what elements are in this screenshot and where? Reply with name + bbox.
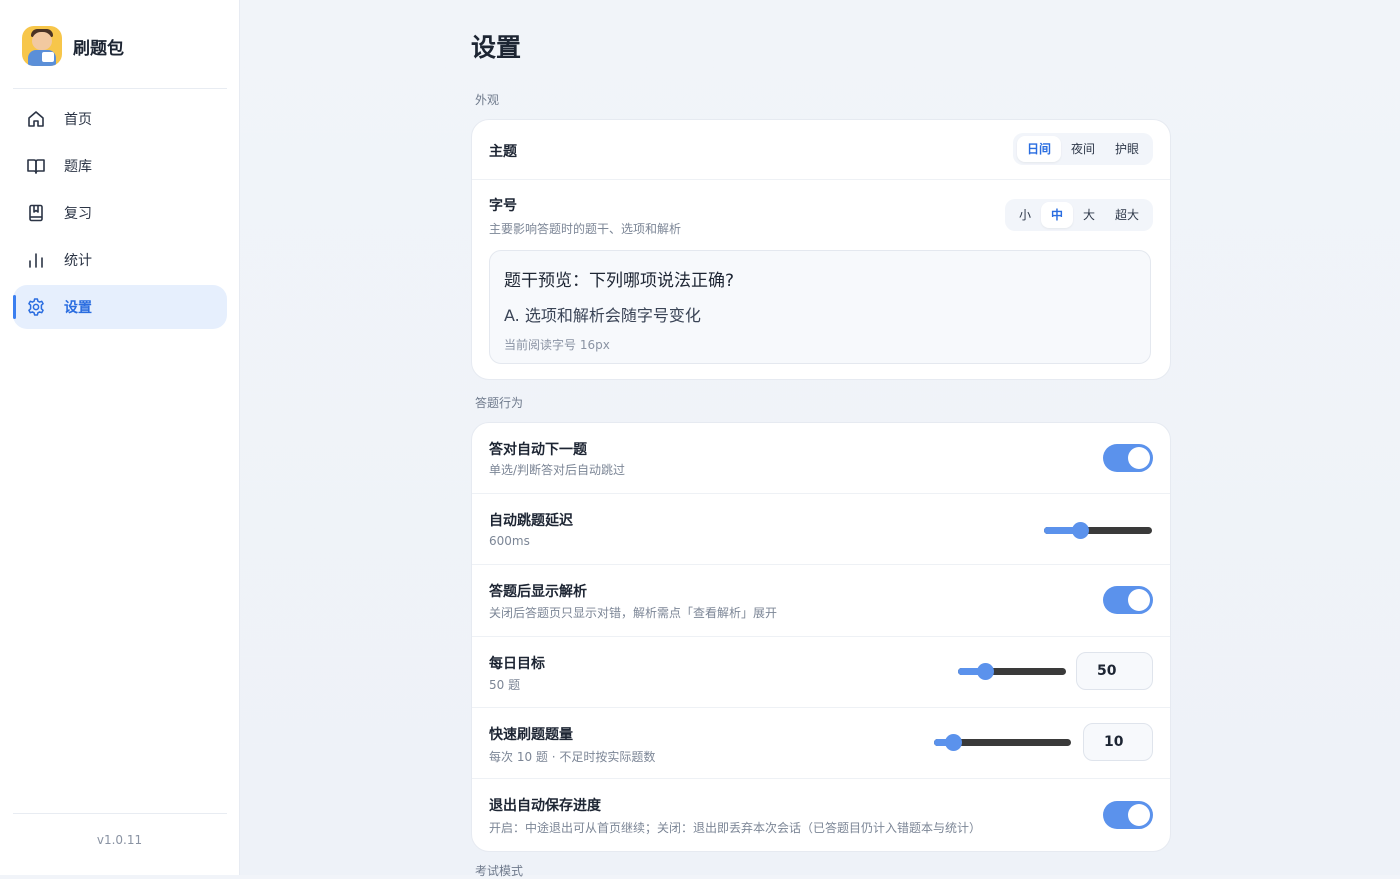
- daily-goal-row: 每日目标 50 题 50: [472, 637, 1170, 708]
- font-preview-box: 题干预览：下列哪项说法正确? A. 选项和解析会随字号变化 当前阅读字号 16p…: [489, 250, 1151, 364]
- auto-delay-row: 自动跳题延迟 600ms: [472, 494, 1170, 565]
- home-icon: [26, 109, 46, 129]
- daily-goal-slider[interactable]: [958, 663, 1066, 680]
- auto-delay-title: 自动跳题延迟: [489, 513, 573, 529]
- sidebar-item-label: 统计: [64, 253, 92, 269]
- show-explanation-row: 答题后显示解析 关闭后答题页只显示对错，解析需点「查看解析」展开: [472, 565, 1170, 637]
- sidebar-item-label: 首页: [64, 112, 92, 128]
- book-open-icon: [26, 156, 46, 176]
- preview-font-note: 当前阅读字号 16px: [504, 338, 610, 352]
- auto-delay-value: 600ms: [489, 534, 530, 548]
- app-logo: [22, 26, 62, 66]
- font-size-subtitle: 主要影响答题时的题干、选项和解析: [489, 222, 682, 236]
- font-size-option-xlarge[interactable]: 超大: [1105, 202, 1149, 228]
- daily-goal-input[interactable]: 50: [1076, 652, 1153, 690]
- auto-next-toggle[interactable]: [1103, 444, 1153, 472]
- auto-delay-slider[interactable]: [1044, 522, 1152, 539]
- sidebar-divider-top: [13, 88, 227, 89]
- app-version: v1.0.11: [96, 833, 143, 847]
- bar-chart-icon: [26, 250, 46, 270]
- gear-icon: [26, 297, 46, 317]
- sidebar: 刷题包 首页 题库 复习 统计 设置 v1.0.11: [0, 0, 240, 875]
- auto-next-subtitle: 单选/判断答对后自动跳过: [489, 463, 626, 477]
- font-size-title: 字号: [489, 198, 517, 214]
- theme-option-night[interactable]: 夜间: [1061, 136, 1105, 162]
- auto-next-title: 答对自动下一题: [489, 442, 587, 458]
- font-size-option-small[interactable]: 小: [1009, 202, 1041, 228]
- autosave-subtitle: 开启：中途退出可从首页继续；关闭：退出即丢弃本次会话（已答题目仍计入错题本与统计…: [489, 821, 982, 835]
- daily-goal-subtitle: 50 题: [489, 678, 521, 692]
- sidebar-divider-bottom: [13, 813, 227, 814]
- appearance-card: 主题 日间 夜间 护眼 字号 主要影响答题时的题干、选项和解析 小 中 大 超大…: [471, 119, 1171, 380]
- daily-goal-title: 每日目标: [489, 656, 545, 672]
- font-size-option-large[interactable]: 大: [1073, 202, 1105, 228]
- sidebar-item-label: 复习: [64, 206, 92, 222]
- page-title: 设置: [471, 33, 522, 62]
- quick-count-title: 快速刷题题量: [489, 727, 573, 743]
- theme-option-day[interactable]: 日间: [1016, 136, 1061, 162]
- slider-thumb[interactable]: [945, 734, 963, 751]
- app-name: 刷题包: [73, 38, 124, 59]
- sidebar-item-settings[interactable]: 设置: [13, 285, 227, 329]
- theme-row: 主题 日间 夜间 护眼: [472, 120, 1170, 180]
- autosave-row: 退出自动保存进度 开启：中途退出可从首页继续；关闭：退出即丢弃本次会话（已答题目…: [472, 779, 1170, 851]
- sidebar-item-home[interactable]: 首页: [13, 97, 227, 141]
- section-label-appearance: 外观: [475, 93, 500, 107]
- behavior-card: 答对自动下一题 单选/判断答对后自动跳过 自动跳题延迟 600ms 答题后显示解…: [471, 422, 1171, 852]
- preview-option: A. 选项和解析会随字号变化: [504, 306, 701, 325]
- quick-count-slider[interactable]: [934, 734, 1071, 751]
- preview-question: 题干预览：下列哪项说法正确?: [504, 271, 735, 291]
- toggle-knob: [1128, 447, 1150, 469]
- sidebar-nav: 首页 题库 复习 统计 设置: [13, 97, 227, 332]
- show-explanation-title: 答题后显示解析: [489, 584, 587, 600]
- toggle-knob: [1128, 589, 1150, 611]
- slider-thumb[interactable]: [1071, 522, 1089, 539]
- theme-option-eye-care[interactable]: 护眼: [1105, 136, 1149, 162]
- theme-segmented-control: 日间 夜间 护眼: [1012, 133, 1153, 165]
- show-explanation-toggle[interactable]: [1103, 586, 1153, 614]
- section-label-behavior: 答题行为: [475, 396, 524, 410]
- autosave-title: 退出自动保存进度: [489, 798, 601, 814]
- toggle-knob: [1128, 804, 1150, 826]
- brand[interactable]: 刷题包: [22, 26, 124, 66]
- show-explanation-subtitle: 关闭后答题页只显示对错，解析需点「查看解析」展开: [489, 606, 778, 620]
- sidebar-item-stats[interactable]: 统计: [13, 238, 227, 282]
- autosave-toggle[interactable]: [1103, 801, 1153, 829]
- font-size-option-medium[interactable]: 中: [1040, 202, 1073, 228]
- sidebar-item-review[interactable]: 复习: [13, 191, 227, 235]
- slider-thumb[interactable]: [977, 663, 994, 680]
- font-size-segmented-control: 小 中 大 超大: [1004, 199, 1153, 231]
- quick-count-row: 快速刷题题量 每次 10 题 · 不足时按实际题数 10: [472, 708, 1170, 779]
- sidebar-item-label: 题库: [64, 159, 92, 175]
- quick-count-input[interactable]: 10: [1083, 723, 1153, 761]
- sidebar-item-label: 设置: [64, 300, 92, 316]
- section-label-exam-mode: 考试模式: [475, 864, 524, 878]
- bookmark-book-icon: [26, 203, 46, 223]
- quick-count-subtitle: 每次 10 题 · 不足时按实际题数: [489, 750, 656, 764]
- auto-next-row: 答对自动下一题 单选/判断答对后自动跳过: [472, 423, 1170, 494]
- sidebar-item-question-bank[interactable]: 题库: [13, 144, 227, 188]
- theme-title: 主题: [489, 144, 517, 160]
